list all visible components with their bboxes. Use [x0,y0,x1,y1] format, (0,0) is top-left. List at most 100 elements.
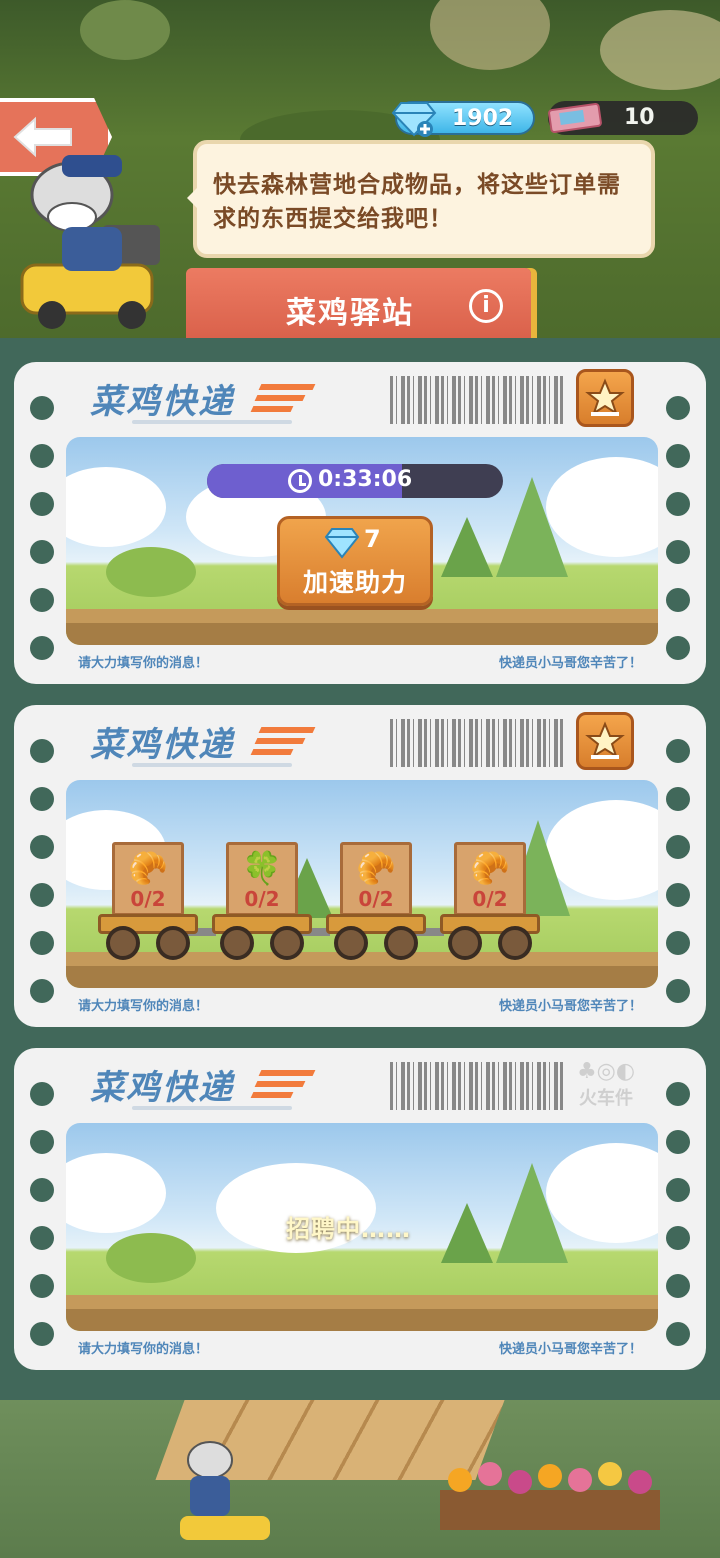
train-cart-2[interactable]: 🍀 0/2 [212,842,312,962]
ticket-hole [666,979,690,1003]
ticket-hole [30,396,54,420]
croissant-icon: 🥐 [470,849,510,887]
cart-wheel [334,926,368,960]
order-progress: 0/2 [472,887,508,911]
star-upgrade-button[interactable] [576,369,634,427]
footer-note-right: 快递员小马哥您辛苦了！ [498,1342,642,1357]
courier-horse-mascot [180,1441,270,1540]
recruiting-status: 招聘中…… [286,1215,411,1243]
tree [441,1203,493,1263]
ticket-hole [666,1226,690,1250]
ticket-hole [30,492,54,516]
gem-counter[interactable]: 1902 [391,101,535,137]
ticket-hole [30,444,54,468]
ticket-hole [30,1082,54,1106]
info-icon[interactable]: i [469,289,503,323]
footer-note-left: 请大力填写你的消息！ [78,1342,209,1357]
order-crate: 🥐 0/2 [454,842,526,916]
card-title: 菜鸡快递 [90,725,234,765]
cloud [66,1153,166,1233]
npc-speech-bubble: 快去森林营地合成物品，将这些订单需求的东西提交给我吧！ [187,140,655,258]
star-icon [585,721,625,759]
ground [66,1309,658,1331]
speed-stripes [250,1070,316,1100]
delivery-scene: 招聘中…… [66,1123,658,1331]
cart-wheel [270,926,304,960]
ticket-hole [666,1130,690,1154]
order-crate: 🍀 0/2 [226,842,298,916]
ticket-hole [666,1178,690,1202]
footer-note-left: 请大力填写你的消息！ [78,999,209,1014]
clover-icon: 🍀 [242,849,282,887]
ground [66,1295,658,1309]
top-scene: 1902 10 快去森林营地合成物品，将这些订单需求的东西提交给我吧！ 菜鸡驿站… [0,0,720,345]
delivery-timer: 0:33:06 [207,464,503,498]
scene-decoration [430,0,550,70]
ticket-hole [666,588,690,612]
title-banner: 菜鸡驿站 i [186,268,531,342]
ticket-hole [30,835,54,859]
ticket-counter[interactable]: 10 [548,101,698,135]
ticket-hole [666,396,690,420]
ticket-hole [666,835,690,859]
train-cart-1[interactable]: 🥐 0/2 [98,842,198,962]
ground [66,966,658,988]
cart-wheel [156,926,190,960]
order-progress: 0/2 [358,887,394,911]
bush [106,547,196,597]
speed-up-button[interactable]: 7 加速助力 [277,516,433,606]
star-icon [585,378,625,416]
scene-decoration [80,0,170,60]
ticket-hole [666,787,690,811]
ticket-hole [30,979,54,1003]
card-title: 菜鸡快递 [90,382,234,422]
cart-wheel [498,926,532,960]
ticket-hole [30,739,54,763]
star-upgrade-button[interactable] [576,712,634,770]
ticket-hole [666,636,690,660]
flower-bed [440,1462,660,1530]
cart-wheel [106,926,140,960]
npc-speech-text: 快去森林营地合成物品，将这些订单需求的东西提交给我吧！ [213,172,621,232]
footer-note-right: 快递员小马哥您辛苦了！ [498,656,642,671]
cart-wheel [220,926,254,960]
delivery-scene: 0:33:06 7 加速助力 [66,437,658,645]
train-cart-4[interactable]: 🥐 0/2 [440,842,540,962]
diamond-icon [324,528,360,559]
ticket-hole [30,787,54,811]
barcode [390,376,564,424]
card-title: 菜鸡快递 [90,1068,234,1108]
title-underline [132,1106,292,1110]
boost-cost: 7 [364,525,381,553]
boost-label: 加速助力 [302,568,407,597]
croissant-icon: 🥐 [128,849,168,887]
title-underline [132,763,292,767]
ticket-hole [30,588,54,612]
ticket-hole [666,1082,690,1106]
footer-note-right: 快递员小马哥您辛苦了！ [498,999,642,1014]
title-underline [132,420,292,424]
arrow-left-icon [13,116,72,158]
scene-decoration [600,10,720,90]
cloud [66,467,166,547]
order-panel: 菜鸡快递 0:33:06 7 加速助力 请大力填写你的消息！ 快递员小马哥您辛苦… [0,338,720,1400]
speed-stripes [250,384,316,414]
delivery-card-3: 菜鸡快递 ♣◎◐ 火车件 招聘中…… 请大力填写你的消息！ 快递员小马哥您辛苦了… [14,1048,706,1370]
ticket-hole [30,636,54,660]
tree [496,477,568,577]
tree [441,517,493,577]
ticket-hole [666,444,690,468]
delivery-card-1: 菜鸡快递 0:33:06 7 加速助力 请大力填写你的消息！ 快递员小马哥您辛苦… [14,362,706,684]
train-cart-3[interactable]: 🥐 0/2 [326,842,426,962]
ticket-hole [30,1178,54,1202]
timer-text: 0:33:06 [318,467,413,492]
ticket-hole [30,1130,54,1154]
diamond-icon [391,102,437,137]
croissant-icon: 🥐 [356,849,396,887]
order-crate: 🥐 0/2 [112,842,184,916]
ticket-hole [666,540,690,564]
cart-wheel [448,926,482,960]
tree [496,1163,568,1263]
ticket-count: 10 [624,105,655,130]
ticket-hole [30,1274,54,1298]
